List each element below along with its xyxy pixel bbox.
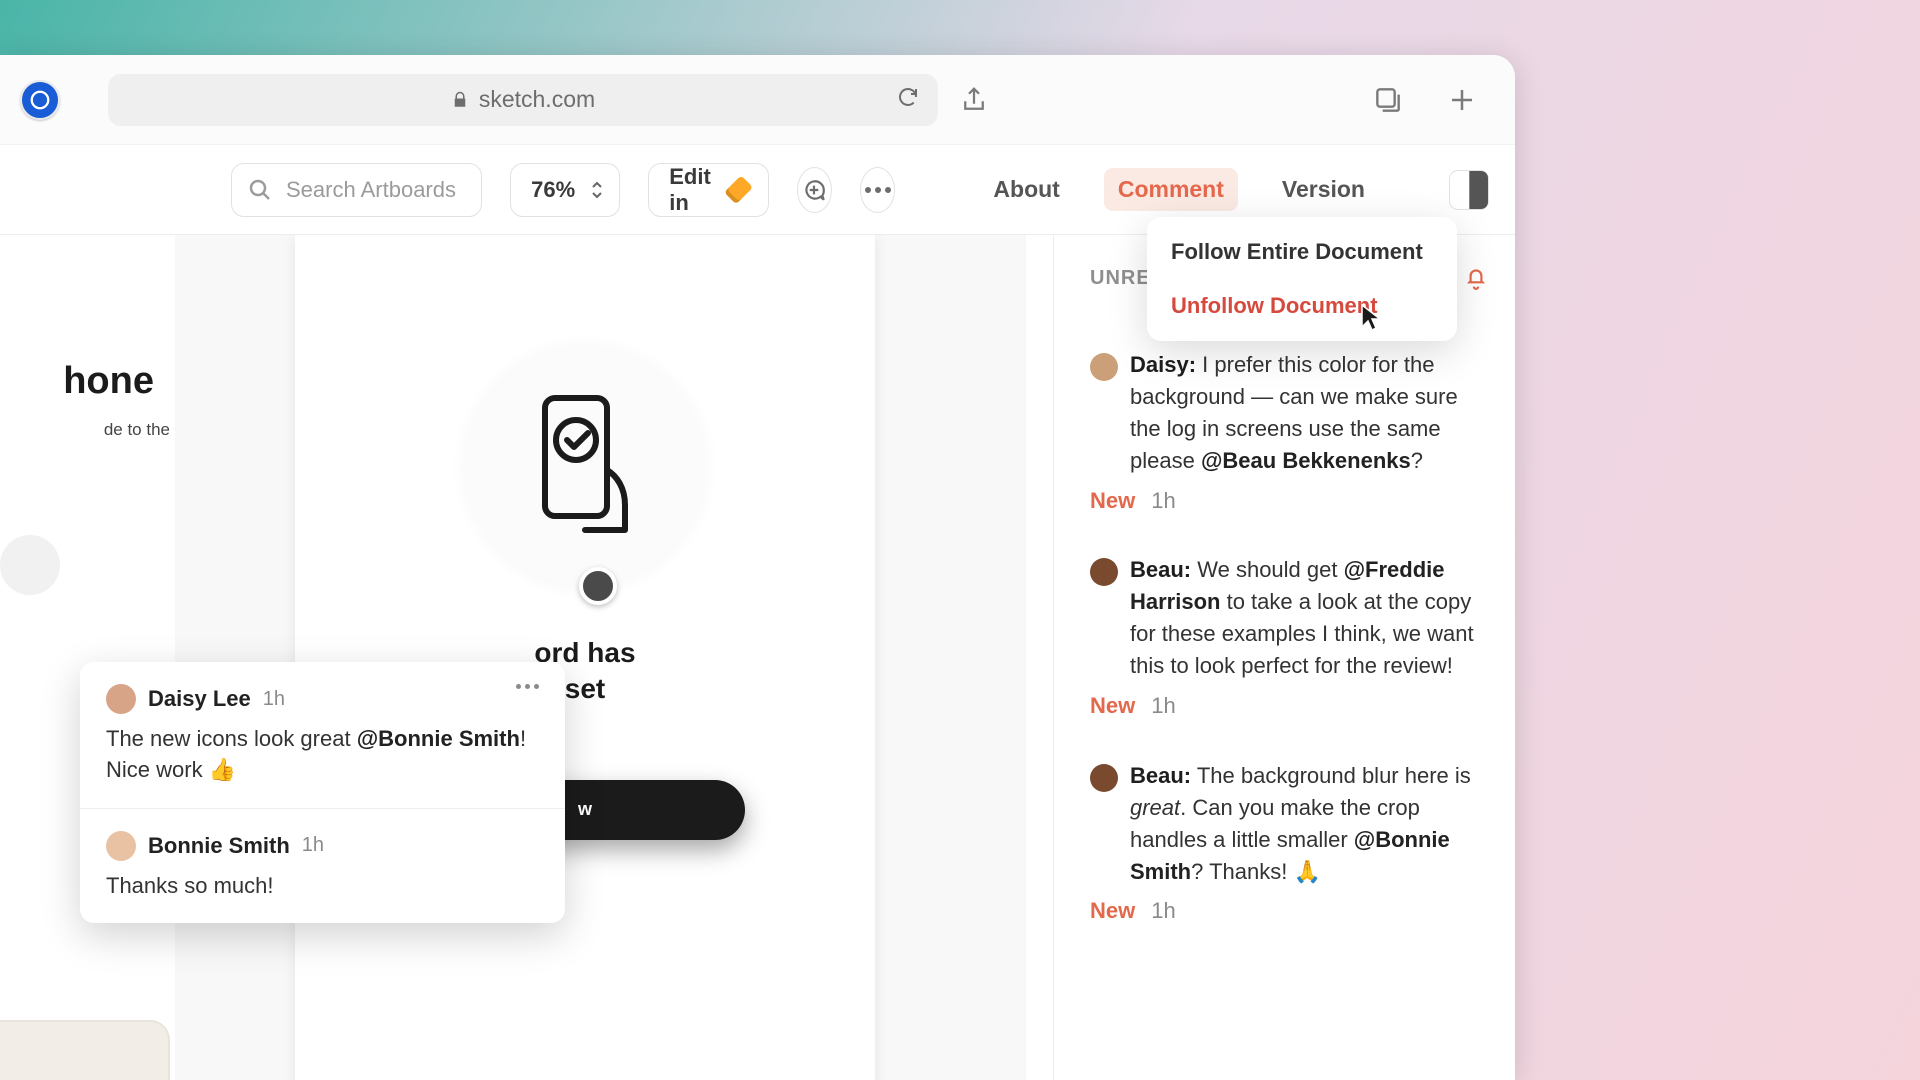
avatar [106, 831, 136, 861]
comment-author: Bonnie Smith [148, 833, 290, 859]
comment-author: Beau: [1130, 557, 1191, 582]
status-badge: New [1090, 690, 1135, 722]
mention[interactable]: @Bonnie Smith [357, 726, 520, 751]
search-icon [248, 178, 272, 202]
comment-body: Thanks so much! [106, 871, 539, 902]
clipped-body: de to the [104, 420, 170, 440]
canvas[interactable]: hone de to the ord h [0, 235, 1026, 1080]
chevron-up-down-icon [589, 180, 605, 200]
comment-author: Daisy: [1130, 352, 1196, 377]
left-artboard-clip: hone de to the [0, 235, 175, 1080]
section-header: UNRE [1090, 267, 1151, 290]
inline-comment[interactable]: Daisy Lee 1h The new icons look great @B… [80, 662, 565, 809]
address-bar[interactable]: sketch.com [108, 74, 938, 126]
browser-window: sketch.com Search Artboards 76% [0, 55, 1515, 1080]
inline-comment[interactable]: Bonnie Smith 1h Thanks so much! [80, 809, 565, 924]
avatar [1090, 764, 1118, 792]
comment-tool-button[interactable] [797, 167, 832, 213]
lock-icon [451, 91, 469, 109]
edit-label: Edit in [669, 164, 718, 216]
tab-version[interactable]: Version [1268, 168, 1379, 211]
search-placeholder: Search Artboards [286, 177, 456, 203]
comment-author: Daisy Lee [148, 686, 251, 712]
clipped-keyboard [0, 1020, 170, 1080]
panel-comment[interactable]: Beau: We should get @Freddie Harrison to… [1090, 554, 1489, 721]
search-input[interactable]: Search Artboards [231, 163, 482, 217]
app-area: Search Artboards 76% Edit in About Comme… [0, 145, 1515, 1080]
follow-document-item[interactable]: Follow Entire Document [1147, 225, 1457, 279]
comment-time: 1h [1151, 895, 1175, 927]
more-menu-button[interactable] [860, 167, 895, 213]
avatar [106, 684, 136, 714]
artboard-heading-l2: set [565, 671, 605, 707]
status-badge: New [1090, 485, 1135, 517]
url-text: sketch.com [479, 86, 595, 113]
panel-comment[interactable]: Beau: The background blur here is great.… [1090, 760, 1489, 927]
comment-pin[interactable] [579, 567, 617, 605]
artboard[interactable]: ord has set w [295, 235, 875, 1080]
comment-body: The new icons look great @Bonnie Smith! … [106, 724, 539, 786]
comment-time: 1h [263, 688, 285, 711]
artboard-button-text: w [578, 799, 592, 820]
avatar [1090, 353, 1118, 381]
share-icon[interactable] [956, 82, 992, 118]
clipped-title: hone [63, 360, 154, 403]
zoom-selector[interactable]: 76% [510, 163, 620, 217]
panel-toggle-button[interactable] [1449, 170, 1489, 210]
comments-panel: UNRE Follow Entire Document Unfollow Doc… [1053, 235, 1515, 1080]
reload-icon[interactable] [896, 85, 920, 115]
tab-comment[interactable]: Comment [1104, 168, 1238, 211]
avatar [1090, 558, 1118, 586]
mention[interactable]: @Beau Bekkenenks [1201, 448, 1411, 473]
cursor-icon [1359, 303, 1385, 339]
comment-list: Daisy: I prefer this color for the backg… [1090, 349, 1489, 927]
panel-comment[interactable]: Daisy: I prefer this color for the backg… [1090, 349, 1489, 516]
follow-dropdown: Follow Entire Document Unfollow Document [1147, 217, 1457, 341]
bell-icon[interactable] [1463, 265, 1489, 291]
zoom-value: 76% [531, 177, 575, 203]
phone-illustration [465, 345, 705, 585]
tab-about[interactable]: About [979, 168, 1073, 211]
password-manager-icon[interactable] [20, 80, 60, 120]
unfollow-document-item[interactable]: Unfollow Document [1147, 279, 1457, 333]
clipped-circle [0, 535, 60, 595]
comment-author: Beau: [1130, 763, 1191, 788]
comment-time: 1h [302, 834, 324, 857]
more-icon [865, 187, 891, 193]
status-badge: New [1090, 895, 1135, 927]
comment-time: 1h [1151, 485, 1175, 517]
inline-comment-popover: Daisy Lee 1h The new icons look great @B… [80, 662, 565, 923]
tabs-icon[interactable] [1370, 82, 1406, 118]
sketch-diamond-icon [724, 175, 753, 204]
canvas-main: ord has set w [175, 235, 1026, 1080]
comment-more-button[interactable] [516, 684, 539, 689]
edit-in-button[interactable]: Edit in [648, 163, 768, 217]
comment-time: 1h [1151, 690, 1175, 722]
new-tab-icon[interactable] [1444, 82, 1480, 118]
phone-check-icon [525, 390, 645, 540]
browser-toolbar: sketch.com [0, 55, 1515, 145]
